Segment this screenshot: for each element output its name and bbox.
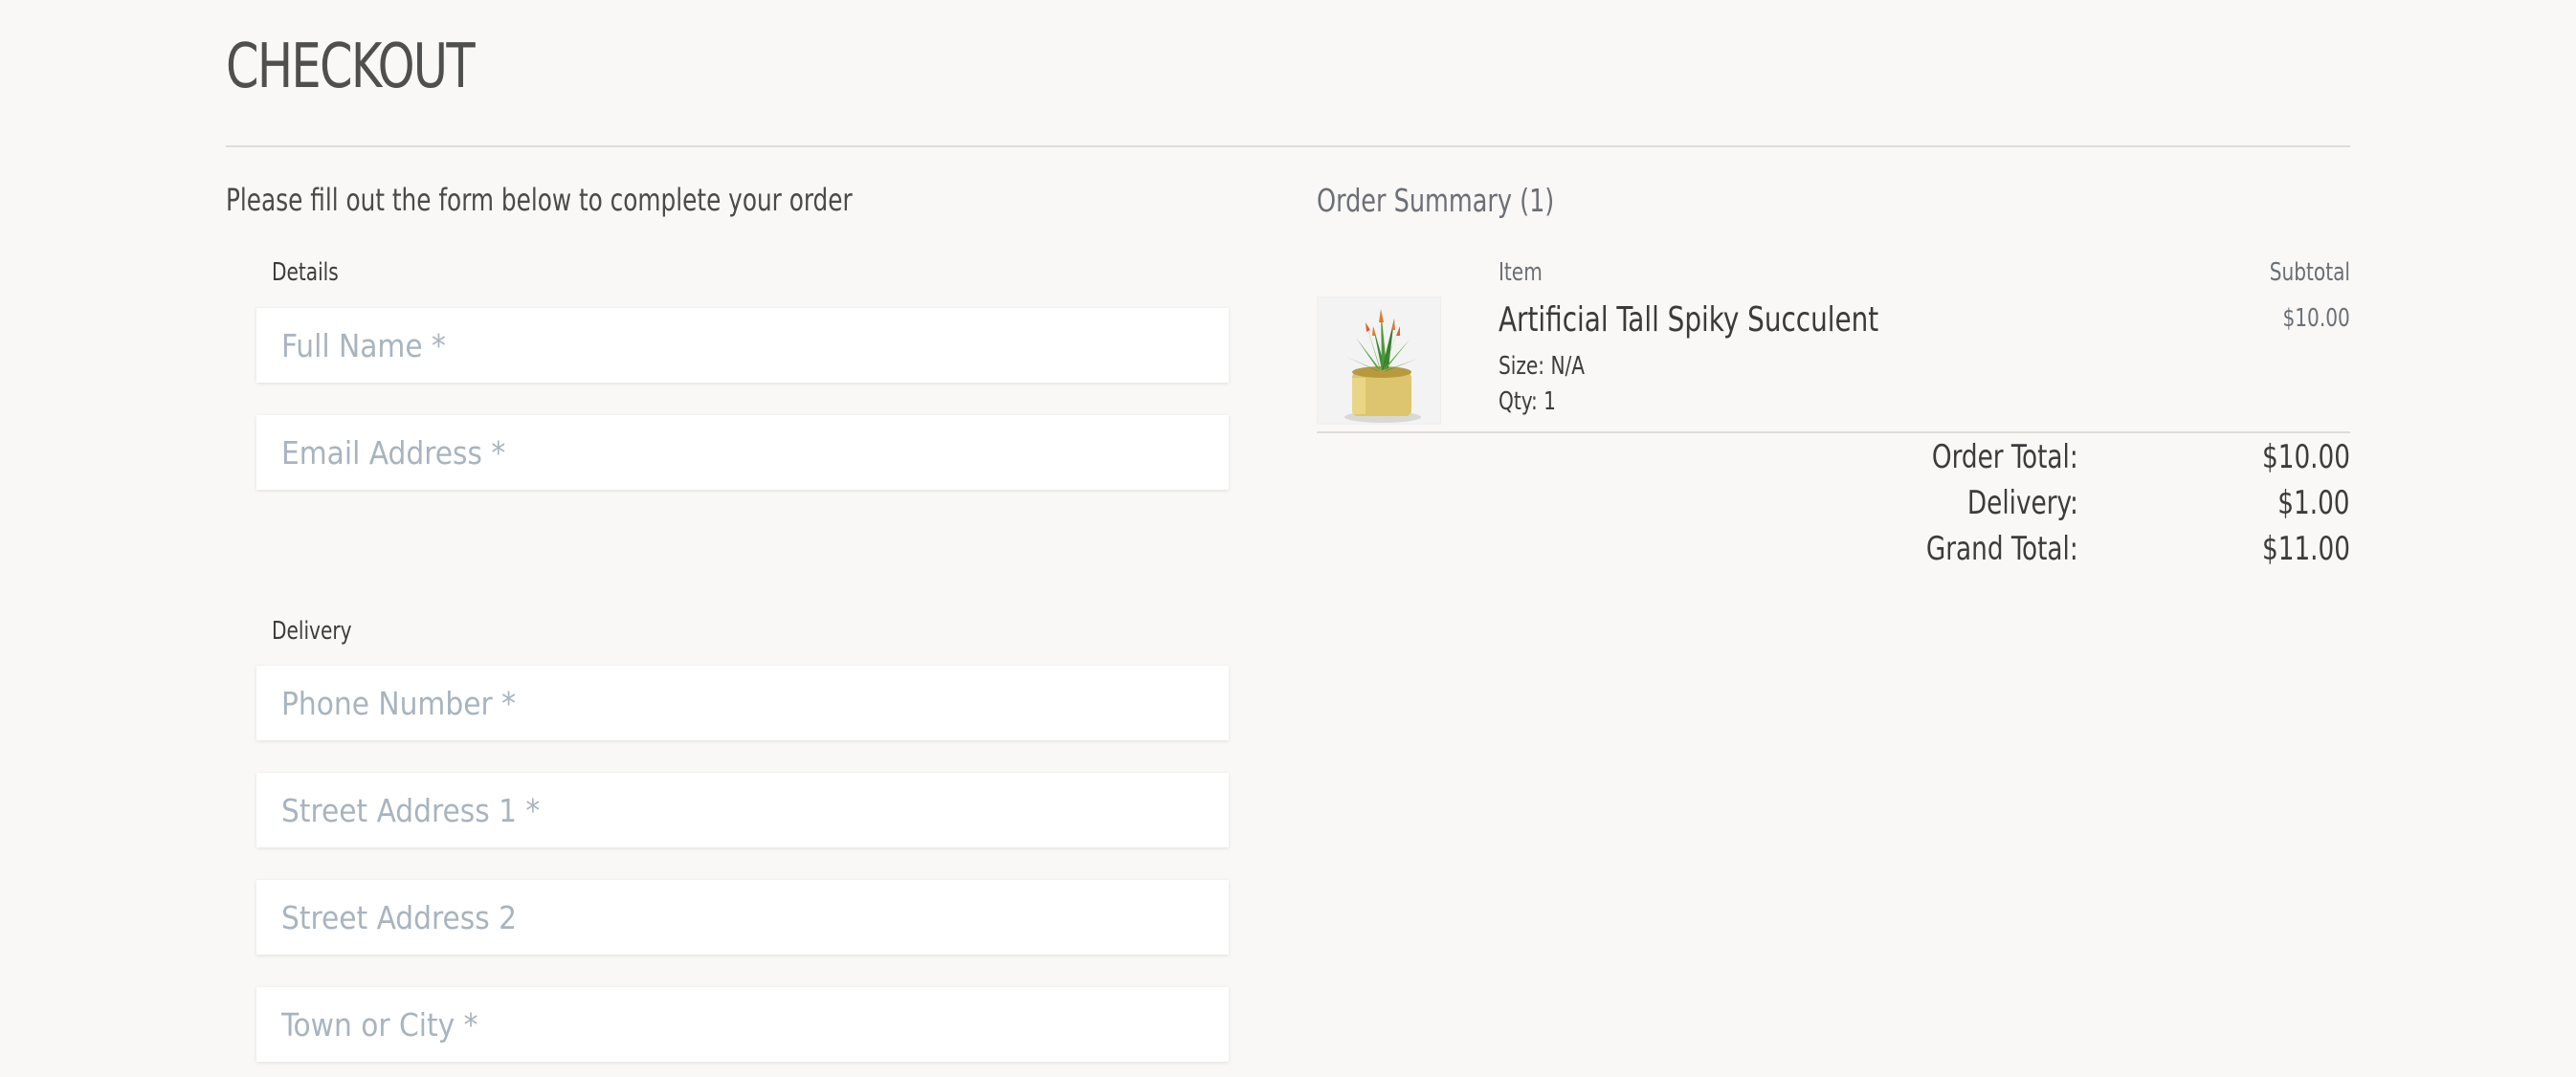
succulent-plant-image — [1318, 297, 1440, 424]
checkout-page: CHECKOUT Please fill out the form below … — [0, 0, 2576, 1077]
grand-total-value: $11.00 — [2261, 530, 2350, 568]
phone-number-input[interactable] — [256, 666, 1229, 740]
delivery-cost-label: Delivery: — [1967, 484, 2078, 522]
delivery-section-label: Delivery — [272, 617, 352, 646]
page-title: CHECKOUT — [226, 32, 476, 102]
product-subtotal: $10.00 — [2282, 304, 2350, 333]
product-name[interactable]: Artificial Tall Spiky Succulent — [1499, 300, 1878, 340]
order-total-value: $10.00 — [2261, 438, 2350, 476]
form-intro-text: Please fill out the form below to comple… — [226, 182, 853, 218]
order-total-label: Order Total: — [1932, 438, 2078, 476]
product-size: Size: N/A — [1499, 352, 1586, 381]
full-name-input[interactable] — [256, 308, 1229, 383]
item-column-header: Item — [1499, 258, 1543, 287]
email-input[interactable] — [256, 415, 1229, 490]
product-quantity: Qty: 1 — [1499, 387, 1556, 416]
order-summary-title: Order Summary (1) — [1317, 182, 1555, 219]
product-image[interactable] — [1317, 297, 1441, 425]
summary-divider — [1317, 431, 2350, 433]
street-address-2-input[interactable] — [256, 880, 1229, 955]
details-section-label: Details — [272, 258, 339, 287]
street-address-1-input[interactable] — [256, 773, 1229, 847]
grand-total-label: Grand Total: — [1926, 530, 2078, 568]
title-divider — [226, 145, 2350, 147]
delivery-cost-value: $1.00 — [2277, 484, 2350, 522]
subtotal-column-header: Subtotal — [2269, 258, 2350, 287]
town-or-city-input[interactable] — [256, 987, 1229, 1062]
